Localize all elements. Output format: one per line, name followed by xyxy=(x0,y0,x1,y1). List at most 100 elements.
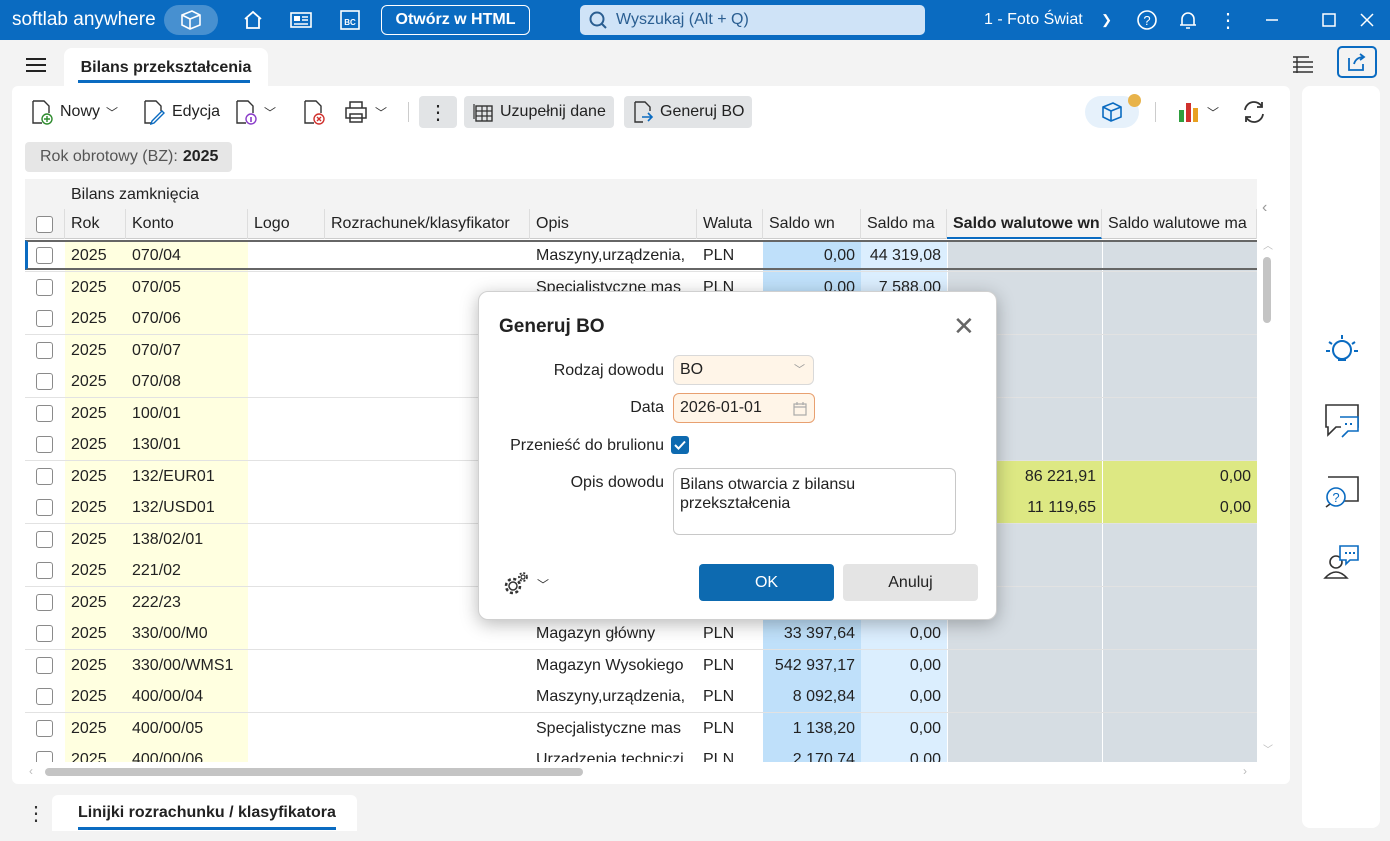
tab-linijki-rozrachunku[interactable]: Linijki rozrachunku / klasyfikatora xyxy=(52,795,357,831)
table-row[interactable]: 2025 400/00/04 Maszyny,urządzenia, PLN 8 092… xyxy=(25,681,1257,713)
chart-button[interactable]: ﹀ xyxy=(1177,96,1219,128)
info-button[interactable]: ﹀ xyxy=(234,96,276,128)
row-select-cell xyxy=(25,303,65,334)
kebab-icon[interactable]: ⋮ xyxy=(1214,6,1242,34)
more-actions-button[interactable]: ⋮ xyxy=(419,96,457,128)
scroll-right-icon[interactable]: › xyxy=(1243,764,1247,778)
row-checkbox[interactable] xyxy=(36,467,53,485)
scroll-left-chevron-icon[interactable]: ‹ xyxy=(1262,199,1267,217)
row-checkbox[interactable] xyxy=(36,310,53,327)
column-header-logo[interactable]: Logo xyxy=(248,209,325,239)
share-button[interactable] xyxy=(1337,46,1377,78)
chat-icon[interactable] xyxy=(1322,401,1362,445)
chevron-down-icon[interactable]: ﹀ xyxy=(264,104,276,121)
row-checkbox[interactable] xyxy=(36,719,53,737)
chevron-down-icon[interactable]: ﹀ xyxy=(106,104,118,121)
edit-button[interactable]: Edycja xyxy=(142,96,220,128)
cell-saldo-ma: 0,00 xyxy=(861,618,947,649)
workspace-chip[interactable] xyxy=(164,5,218,35)
list-settings-icon[interactable] xyxy=(1291,53,1315,81)
print-button[interactable]: ﹀ xyxy=(343,96,387,128)
cell-rok: 2025 xyxy=(65,523,126,555)
bc-icon[interactable]: BC xyxy=(336,6,364,34)
bottom-menu-icon[interactable]: ⋮ xyxy=(26,801,46,826)
desc-value: Bilans otwarcia z bilansu przekształceni… xyxy=(680,476,856,512)
table-row[interactable]: 2025 330/00/WMS1 Magazyn Wysokiego PLN 542 9… xyxy=(25,649,1257,681)
hamburger-icon[interactable] xyxy=(25,56,47,74)
scroll-left-icon[interactable]: ‹ xyxy=(29,764,33,778)
column-header-saldo-wn[interactable]: Saldo wn xyxy=(763,209,861,239)
row-checkbox[interactable] xyxy=(36,499,53,516)
row-checkbox[interactable] xyxy=(36,656,53,674)
newspaper-icon[interactable] xyxy=(287,6,315,34)
cell-logo xyxy=(248,271,325,303)
company-selector[interactable]: 1 - Foto Świat ❯ xyxy=(984,11,1112,29)
column-header-rozrachunek[interactable]: Rozrachunek/klasyfikator xyxy=(325,209,530,239)
row-checkbox[interactable] xyxy=(36,247,53,264)
vertical-scrollbar[interactable]: ‹ ︿ ﹀ xyxy=(1258,179,1278,762)
vertical-scroll-thumb[interactable] xyxy=(1263,257,1271,323)
cell-logo xyxy=(248,586,325,618)
scroll-up-icon[interactable]: ︿ xyxy=(1263,237,1273,252)
chevron-down-icon[interactable]: ﹀ xyxy=(1207,104,1219,121)
close-icon[interactable] xyxy=(1353,6,1381,34)
cancel-button[interactable]: Anuluj xyxy=(843,564,978,601)
settings-dropdown[interactable]: ﹀ xyxy=(503,571,549,597)
row-checkbox[interactable] xyxy=(36,593,53,611)
refresh-icon[interactable] xyxy=(1240,98,1268,130)
draft-checkbox[interactable] xyxy=(671,436,689,454)
help-chat-icon[interactable]: ? xyxy=(1322,473,1362,517)
year-filter-badge[interactable]: Rok obrotowy (BZ): 2025 xyxy=(25,142,232,172)
row-checkbox[interactable] xyxy=(36,562,53,579)
bell-icon[interactable] xyxy=(1174,6,1202,34)
open-html-button[interactable]: Otwórz w HTML xyxy=(381,5,530,35)
row-checkbox[interactable] xyxy=(36,751,53,762)
scroll-down-icon[interactable]: ﹀ xyxy=(1263,741,1273,756)
search-input[interactable]: Wyszukaj (Alt + Q) xyxy=(580,5,925,35)
horizontal-scroll-thumb[interactable] xyxy=(45,768,583,776)
maximize-icon[interactable] xyxy=(1315,6,1343,34)
column-header-saldo-walutowe-ma[interactable]: Saldo walutowe ma xyxy=(1102,209,1257,239)
minimize-icon[interactable] xyxy=(1258,6,1286,34)
table-row[interactable]: 2025 400/00/06 Urządzenia techniczi PLN 2 17… xyxy=(25,744,1257,762)
home-icon[interactable] xyxy=(239,6,267,34)
lightbulb-icon[interactable] xyxy=(1323,332,1361,372)
column-header-saldo-ma[interactable]: Saldo ma xyxy=(861,209,947,239)
delete-button[interactable] xyxy=(302,96,326,128)
column-header-waluta[interactable]: Waluta xyxy=(697,209,763,239)
close-icon[interactable]: ✕ xyxy=(953,313,975,339)
select-all-checkbox[interactable] xyxy=(36,216,53,233)
table-row[interactable]: 2025 330/00/M0 Magazyn główny PLN 33 397,64 0… xyxy=(25,618,1257,650)
row-checkbox[interactable] xyxy=(36,341,53,359)
column-header-saldo-walutowe-wn[interactable]: Saldo walutowe wn xyxy=(947,209,1102,239)
cell-saldo-wn: 8 092,84 xyxy=(763,681,861,712)
date-input[interactable]: 2026-01-01 xyxy=(673,393,815,423)
cell-waluta: PLN xyxy=(697,681,763,712)
ok-button[interactable]: OK xyxy=(699,564,834,601)
row-checkbox[interactable] xyxy=(36,278,53,296)
select-all-header[interactable] xyxy=(25,209,65,239)
column-header-konto[interactable]: Konto xyxy=(126,209,248,239)
row-checkbox[interactable] xyxy=(36,373,53,390)
chevron-down-icon[interactable]: ﹀ xyxy=(375,104,387,121)
row-checkbox[interactable] xyxy=(36,436,53,453)
horizontal-scrollbar[interactable]: ‹ › xyxy=(25,762,1257,782)
row-checkbox[interactable] xyxy=(36,404,53,422)
cube-icon xyxy=(181,10,201,30)
row-checkbox[interactable] xyxy=(36,530,53,548)
row-checkbox[interactable] xyxy=(36,688,53,705)
desc-textarea[interactable]: Bilans otwarcia z bilansu przekształceni… xyxy=(673,468,956,535)
help-icon[interactable]: ? xyxy=(1133,6,1161,34)
column-header-rok[interactable]: Rok xyxy=(65,209,126,239)
table-row[interactable]: 2025 400/00/05 Specjalistyczne mas PLN 1 138… xyxy=(25,712,1257,744)
workspace-toggle[interactable] xyxy=(1085,94,1141,128)
column-header-opis[interactable]: Opis xyxy=(530,209,697,239)
support-icon[interactable] xyxy=(1322,542,1362,586)
doc-type-select[interactable]: BO ﹀ xyxy=(673,355,814,385)
table-row[interactable]: 2025 070/04 Maszyny,urządzenia, PLN 0,00 44 3… xyxy=(25,240,1257,272)
fill-data-button[interactable]: Uzupełnij dane xyxy=(464,96,614,128)
row-checkbox[interactable] xyxy=(36,625,53,642)
new-button[interactable]: Nowy ﹀ xyxy=(30,96,118,128)
calendar-icon[interactable] xyxy=(792,401,808,417)
generate-bo-button[interactable]: Generuj BO xyxy=(624,96,753,128)
